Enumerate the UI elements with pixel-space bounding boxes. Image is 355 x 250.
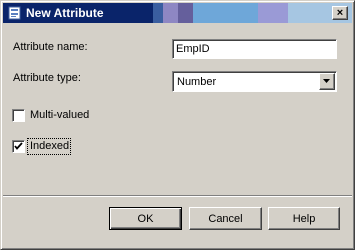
help-button-label: Help xyxy=(292,212,316,225)
close-icon: × xyxy=(336,6,344,19)
indexed-checkbox[interactable] xyxy=(12,140,25,153)
button-area-divider xyxy=(3,195,352,197)
ok-button-label: OK xyxy=(137,212,154,225)
multivalued-checkbox[interactable] xyxy=(12,109,25,122)
attribute-icon xyxy=(7,5,23,21)
cancel-button-label: Cancel xyxy=(208,212,243,225)
title-bar[interactable]: New Attribute × xyxy=(3,3,352,23)
close-button[interactable]: × xyxy=(332,6,348,20)
attribute-type-value: Number xyxy=(177,76,217,88)
multivalued-label[interactable]: Multi-valued xyxy=(30,109,89,122)
attribute-name-value: EmpID xyxy=(176,43,210,55)
indexed-label[interactable]: Indexed xyxy=(30,140,69,153)
chevron-down-icon xyxy=(323,79,330,83)
attribute-name-label: Attribute name: xyxy=(13,41,88,53)
dialog-window: New Attribute × Attribute name: EmpID At… xyxy=(0,0,355,250)
attribute-type-select[interactable]: Number xyxy=(172,71,337,92)
ok-button[interactable]: OK xyxy=(109,207,182,230)
dropdown-button[interactable] xyxy=(319,73,335,90)
dialog-title: New Attribute xyxy=(26,6,104,20)
cancel-button[interactable]: Cancel xyxy=(189,207,262,230)
attribute-type-label: Attribute type: xyxy=(13,72,81,84)
help-button[interactable]: Help xyxy=(268,207,340,230)
checkmark-icon xyxy=(14,142,23,150)
attribute-name-input[interactable]: EmpID xyxy=(172,39,337,59)
